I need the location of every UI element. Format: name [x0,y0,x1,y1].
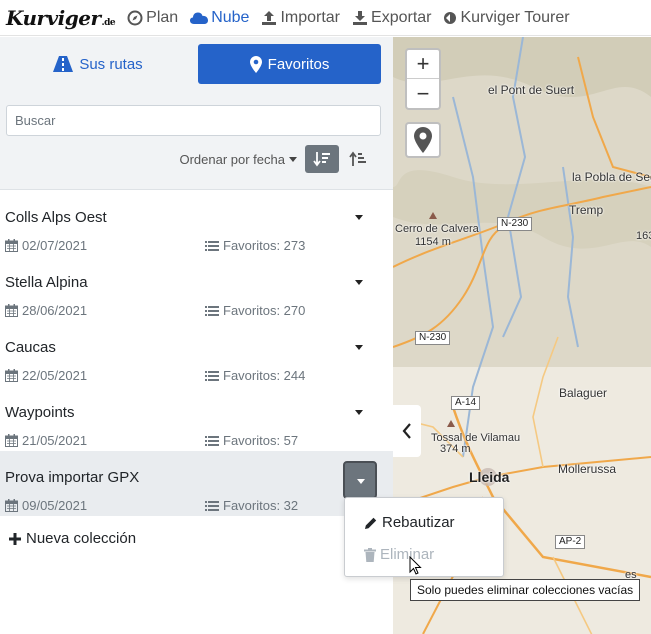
list-icon [205,435,219,446]
compass-icon [127,10,143,25]
collection-favorites-count: Favoritos: 244 [205,368,305,383]
collections-list: Colls Alps Oest 02/07/2021 Favoritos: 27… [0,191,393,516]
tab-favoritos[interactable]: Favoritos [198,44,381,84]
app-logo[interactable]: Kurviger.de [6,6,116,30]
sort-dropdown[interactable]: Ordenar por fecha [179,152,297,167]
map-label: Balaguer [559,386,608,400]
calendar-icon [5,499,18,512]
sort-ascending-button[interactable] [341,145,375,173]
collection-favorites-count: Favoritos: 32 [205,498,298,513]
map-marker-icon [249,55,262,73]
collection-date: 21/05/2021 [5,433,87,448]
map-label: el Pont de Suert [488,83,575,97]
road-shield: AP-2 [555,535,586,549]
nav-nube[interactable]: Nube [190,9,249,27]
nav-exportar[interactable]: Exportar [352,9,431,27]
chevron-down-icon[interactable] [355,280,363,285]
tourer-icon [444,11,457,24]
collection-name: Stella Alpina [5,274,88,291]
collection-favorites-count: Favoritos: 273 [205,238,305,253]
road-shield: N-230 [497,217,533,231]
chevron-down-icon [357,479,365,484]
collection-actions-menu: Rebautizar Eliminar [344,497,504,577]
chevron-down-icon [289,156,297,162]
chevron-down-icon[interactable] [355,345,363,350]
collection-favorites-count: Favoritos: 270 [205,303,305,318]
collection-name: Waypoints [5,404,75,421]
rename-menu-item[interactable]: Rebautizar [364,514,455,531]
collection-name: Colls Alps Oest [5,209,107,226]
list-item[interactable]: Waypoints 21/05/2021 Favoritos: 57 [0,386,393,451]
list-item[interactable]: Caucas 22/05/2021 Favoritos: 244 [0,321,393,386]
search-input[interactable] [6,105,381,136]
calendar-icon [5,369,18,382]
sort-asc-icon [349,151,366,166]
plus-icon [9,532,21,545]
collection-date: 09/05/2021 [5,498,87,513]
search-panel: Ordenar por fecha [0,89,393,190]
collapse-sidebar-button[interactable] [393,405,421,457]
zoom-out-button[interactable]: − [407,79,439,108]
nav-kurviger-tourer[interactable]: Kurviger Tourer [443,9,570,27]
upload-icon [262,10,277,25]
map-label: 163 [636,230,651,242]
road-shield: N-230 [415,331,451,345]
chevron-left-icon [402,423,411,439]
sort-descending-button[interactable] [305,145,339,173]
sidebar: Sus rutas Favoritos Ordenar por fecha [0,37,393,634]
calendar-icon [5,304,18,317]
sort-row: Ordenar por fecha [179,145,375,173]
chevron-down-icon[interactable] [355,215,363,220]
road-shield: A-14 [451,396,481,410]
map-label: 1154 m [415,236,451,248]
calendar-icon [5,239,18,252]
list-item[interactable]: Stella Alpina 28/06/2021 Favoritos: 270 [0,256,393,321]
collection-favorites-count: Favoritos: 57 [205,433,298,448]
top-nav: Kurviger.de Plan Nube Importar Exportar … [0,0,651,36]
map-label: Lleida [469,469,510,485]
new-collection-button[interactable]: Nueva colección [9,530,136,547]
tabs-bar: Sus rutas Favoritos [0,37,393,89]
zoom-control: + − [405,48,441,110]
chevron-down-icon[interactable] [355,410,363,415]
nav-plan[interactable]: Plan [127,9,178,27]
app-root: Kurviger.de Plan Nube Importar Exportar … [0,0,651,634]
map-label: Mollerussa [558,462,617,476]
mouse-cursor-icon [409,556,422,575]
list-icon [205,305,219,316]
trash-icon [364,547,376,562]
pencil-icon [365,517,377,529]
road-icon [53,56,74,72]
calendar-icon [5,434,18,447]
list-icon [205,500,219,511]
collection-actions-button[interactable] [343,461,377,499]
tooltip: Solo puedes eliminar colecciones vacías [410,579,641,601]
download-icon [353,10,368,25]
list-icon [205,240,219,251]
list-item[interactable]: Prova importar GPX 09/05/2021 Favoritos:… [0,451,393,516]
map-label: Tremp [569,203,604,217]
nav-importar[interactable]: Importar [261,9,340,27]
map-label: 374 m [440,443,471,455]
locate-button[interactable] [405,122,441,158]
zoom-in-button[interactable]: + [407,50,439,79]
sort-desc-icon [313,152,330,167]
collection-date: 22/05/2021 [5,368,87,383]
list-item[interactable]: Colls Alps Oest 02/07/2021 Favoritos: 27… [0,191,393,256]
list-icon [205,370,219,381]
collection-name: Caucas [5,339,56,356]
collection-name: Prova importar GPX [5,469,140,486]
collection-date: 28/06/2021 [5,303,87,318]
map-label: la Pobla de Segu [572,170,651,184]
cloud-icon [190,12,209,24]
collection-date: 02/07/2021 [5,238,87,253]
delete-menu-item[interactable]: Eliminar [364,546,434,563]
map-marker-icon [414,127,432,153]
tab-sus-rutas[interactable]: Sus rutas [10,44,186,84]
map-label: Cerro de Calvera [395,223,479,235]
